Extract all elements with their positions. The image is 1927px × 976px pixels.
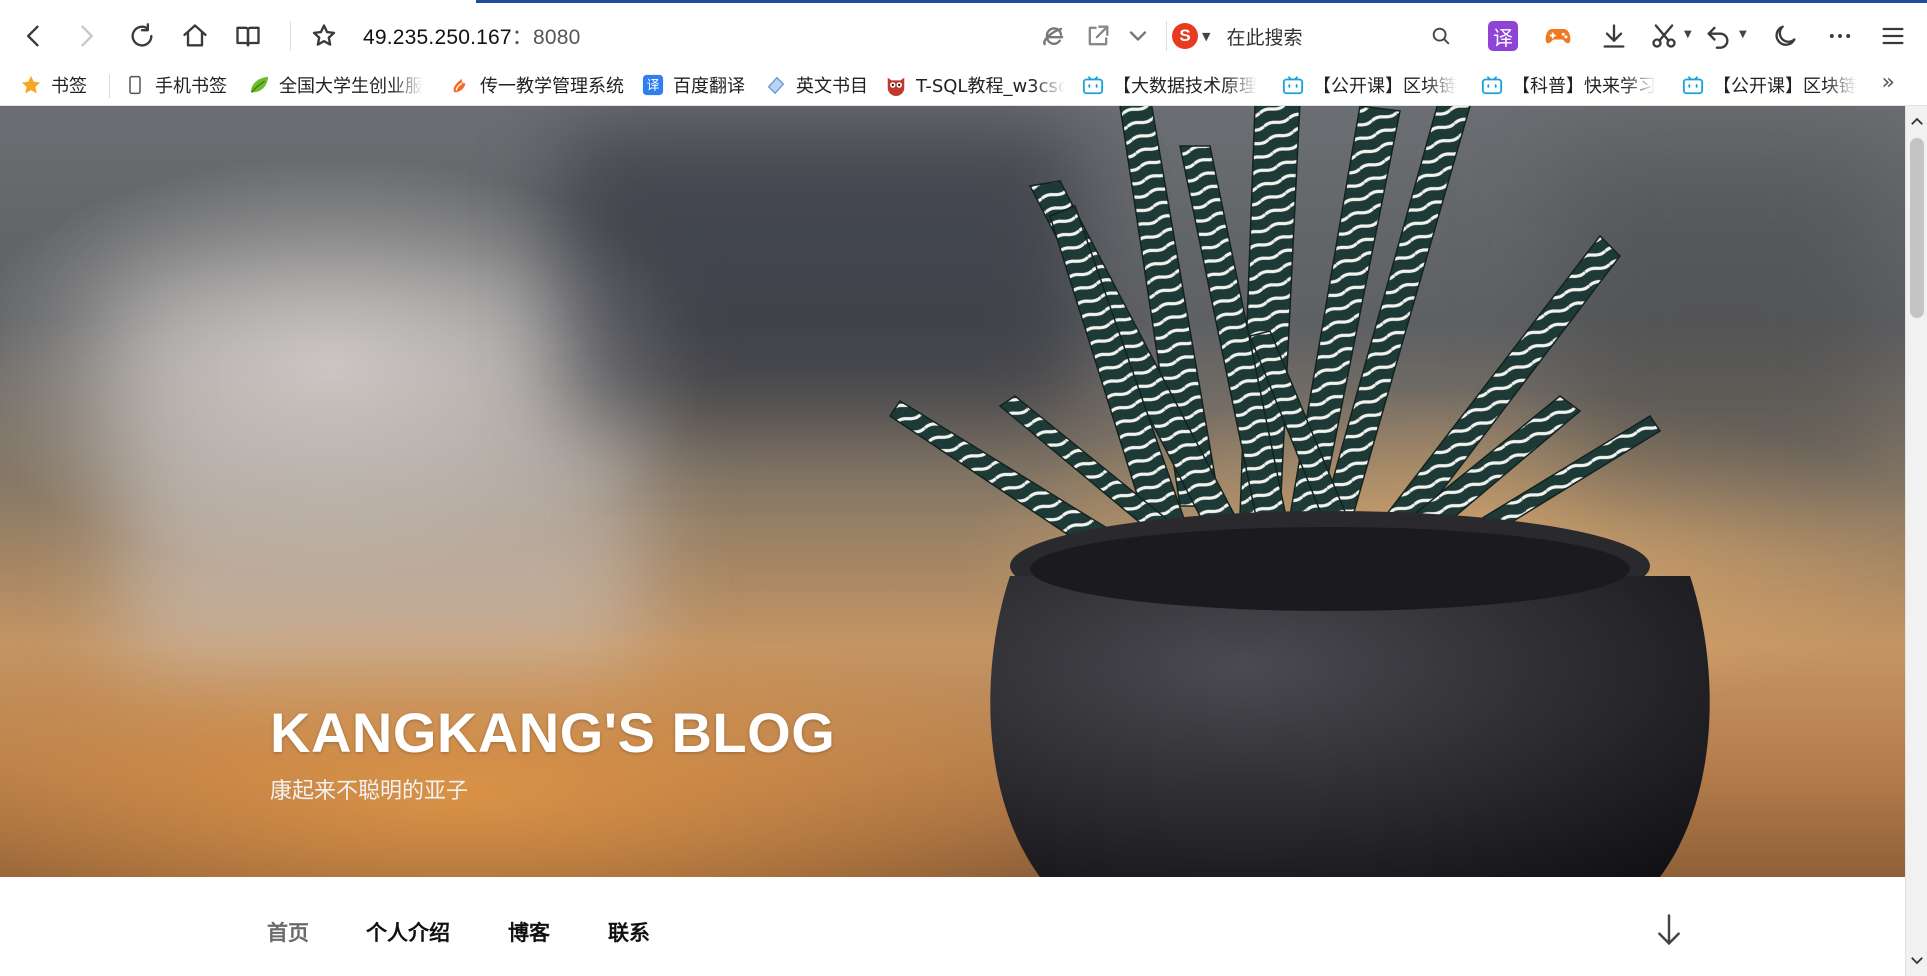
translate-button[interactable]: 译 [1483, 16, 1523, 56]
toolbar-divider [1166, 21, 1167, 51]
ie-compat-button[interactable] [1034, 16, 1074, 56]
translate-icon: 译 [1488, 21, 1518, 51]
forward-button[interactable] [66, 16, 106, 56]
active-tab-indicator [0, 0, 476, 3]
bookmark-label: T-SQL教程_w3csc [916, 76, 1065, 97]
bilibili-icon [1082, 74, 1104, 96]
download-button[interactable] [1594, 16, 1634, 56]
bookmark-item[interactable]: 【大数据技术原理 [1082, 71, 1268, 99]
bookmark-label: 【公开课】区块链 [1713, 76, 1857, 97]
bookmark-folder-main[interactable]: 书签 [20, 71, 87, 99]
undo-icon [1707, 26, 1729, 49]
browser-toolbar: 49.235.250.167：8080 S ▼ 在此搜索 译 ▼ ▼ [0, 0, 1927, 64]
bookmark-label: 手机书签 [155, 76, 227, 97]
toolbar-divider [290, 21, 291, 51]
owl-icon [885, 74, 907, 96]
undo-close-button[interactable] [1698, 16, 1738, 56]
url-separator: ： [511, 26, 533, 49]
scroll-up-arrow-icon[interactable] [1906, 112, 1927, 132]
svg-text:译: 译 [647, 79, 660, 94]
bookmark-item[interactable]: T-SQL教程_w3csc [885, 71, 1065, 99]
page-scrollbar[interactable] [1905, 106, 1927, 976]
book-icon [236, 26, 260, 47]
bookmark-label: 【大数据技术原理 [1113, 76, 1257, 97]
scrollbar-thumb[interactable] [1910, 138, 1924, 318]
hero-subtitle: 康起来不聪明的亚子 [270, 779, 469, 804]
bookmark-item[interactable]: 译 百度翻译 [642, 71, 745, 99]
bookmarks-divider [109, 74, 110, 98]
home-icon [183, 24, 207, 47]
undo-caret-icon[interactable]: ▼ [1739, 29, 1747, 40]
bookmark-item[interactable]: 全国大学生创业服 [248, 71, 426, 99]
hamburger-menu-icon [1882, 27, 1904, 45]
forward-arrow-icon [81, 25, 94, 47]
bookmark-label: 书签 [51, 76, 87, 97]
nav-item-blog[interactable]: 博客 [508, 917, 550, 947]
scroll-down-arrow-icon[interactable] [1906, 950, 1927, 970]
game-button[interactable] [1538, 16, 1578, 56]
address-bar[interactable]: 49.235.250.167：8080 [363, 21, 581, 51]
bookmark-item[interactable]: 英文书目 [765, 71, 868, 99]
bookmark-label: 【科普】快来学习 [1512, 76, 1656, 97]
bookmark-item[interactable]: 【公开课】区块链 [1282, 71, 1464, 99]
bookmark-label: 【公开课】区块链 [1313, 76, 1457, 97]
scissors-icon [1652, 24, 1676, 48]
sogou-search-icon[interactable]: S [1172, 23, 1198, 49]
reload-button[interactable] [122, 16, 162, 56]
night-mode-button[interactable] [1765, 16, 1805, 56]
reading-mode-button[interactable] [228, 16, 268, 56]
diamond-icon [765, 74, 787, 96]
bilibili-icon [1481, 74, 1503, 96]
search-engine-caret-icon[interactable]: ▼ [1202, 30, 1210, 43]
star-outline-icon [312, 24, 336, 46]
bookmark-item[interactable]: 传一教学管理系统 [449, 71, 624, 99]
nav-item-home[interactable]: 首页 [267, 917, 309, 947]
nav-item-about[interactable]: 个人介绍 [366, 917, 450, 947]
bilibili-icon [1682, 74, 1704, 96]
ellipsis-icon [1829, 34, 1851, 38]
nav-item-contact[interactable]: 联系 [608, 917, 650, 947]
download-icon [1603, 24, 1625, 48]
scroll-down-arrow-icon[interactable] [1654, 913, 1684, 947]
star-icon [20, 74, 42, 96]
bookmark-label: 全国大学生创业服 [279, 76, 423, 97]
back-arrow-icon [27, 25, 39, 47]
phone-icon [124, 74, 146, 96]
back-button[interactable] [14, 16, 54, 56]
gamepad-icon [1545, 29, 1571, 44]
share-button[interactable] [1078, 16, 1118, 56]
site-nav: 首页 个人介绍 博客 联系 [0, 877, 1905, 976]
main-menu-button[interactable] [1873, 16, 1913, 56]
screenshot-button[interactable] [1644, 16, 1684, 56]
bookmarks-overflow-button[interactable]: » [1882, 70, 1895, 95]
search-placeholder: 在此搜索 [1226, 26, 1303, 49]
chevron-down-icon [1129, 31, 1147, 41]
screenshot-caret-icon[interactable]: ▼ [1684, 29, 1692, 40]
bookmark-item[interactable]: 【科普】快来学习 [1481, 71, 1659, 99]
leaf-icon [248, 74, 270, 96]
bookmark-label: 百度翻译 [673, 76, 745, 97]
bookmark-star-button[interactable] [304, 16, 344, 56]
home-button[interactable] [175, 16, 215, 56]
bookmark-label: 传一教学管理系统 [480, 76, 624, 97]
search-icon[interactable] [1430, 25, 1452, 47]
more-options-button[interactable] [1820, 16, 1860, 56]
url-port: 8080 [532, 26, 581, 49]
search-box[interactable]: S ▼ 在此搜索 [1172, 16, 1454, 56]
bilibili-icon [1282, 74, 1304, 96]
bookmark-label: 英文书目 [796, 76, 868, 97]
hero-title: KANGKANG'S BLOG [270, 701, 836, 764]
ie-icon [1043, 27, 1064, 46]
url-host: 49.235.250.167 [363, 26, 512, 49]
translate-icon: 译 [642, 74, 664, 96]
address-dropdown-button[interactable] [1118, 16, 1158, 56]
hero-banner: KANGKANG'S BLOG 康起来不聪明的亚子 [0, 106, 1905, 877]
bookmark-item[interactable]: 【公开课】区块链 [1682, 71, 1862, 99]
moon-icon [1775, 25, 1796, 46]
share-icon [1088, 25, 1109, 46]
reload-icon [131, 23, 153, 47]
flame-icon [449, 74, 471, 96]
bookmark-mobile[interactable]: 手机书签 [124, 71, 227, 99]
